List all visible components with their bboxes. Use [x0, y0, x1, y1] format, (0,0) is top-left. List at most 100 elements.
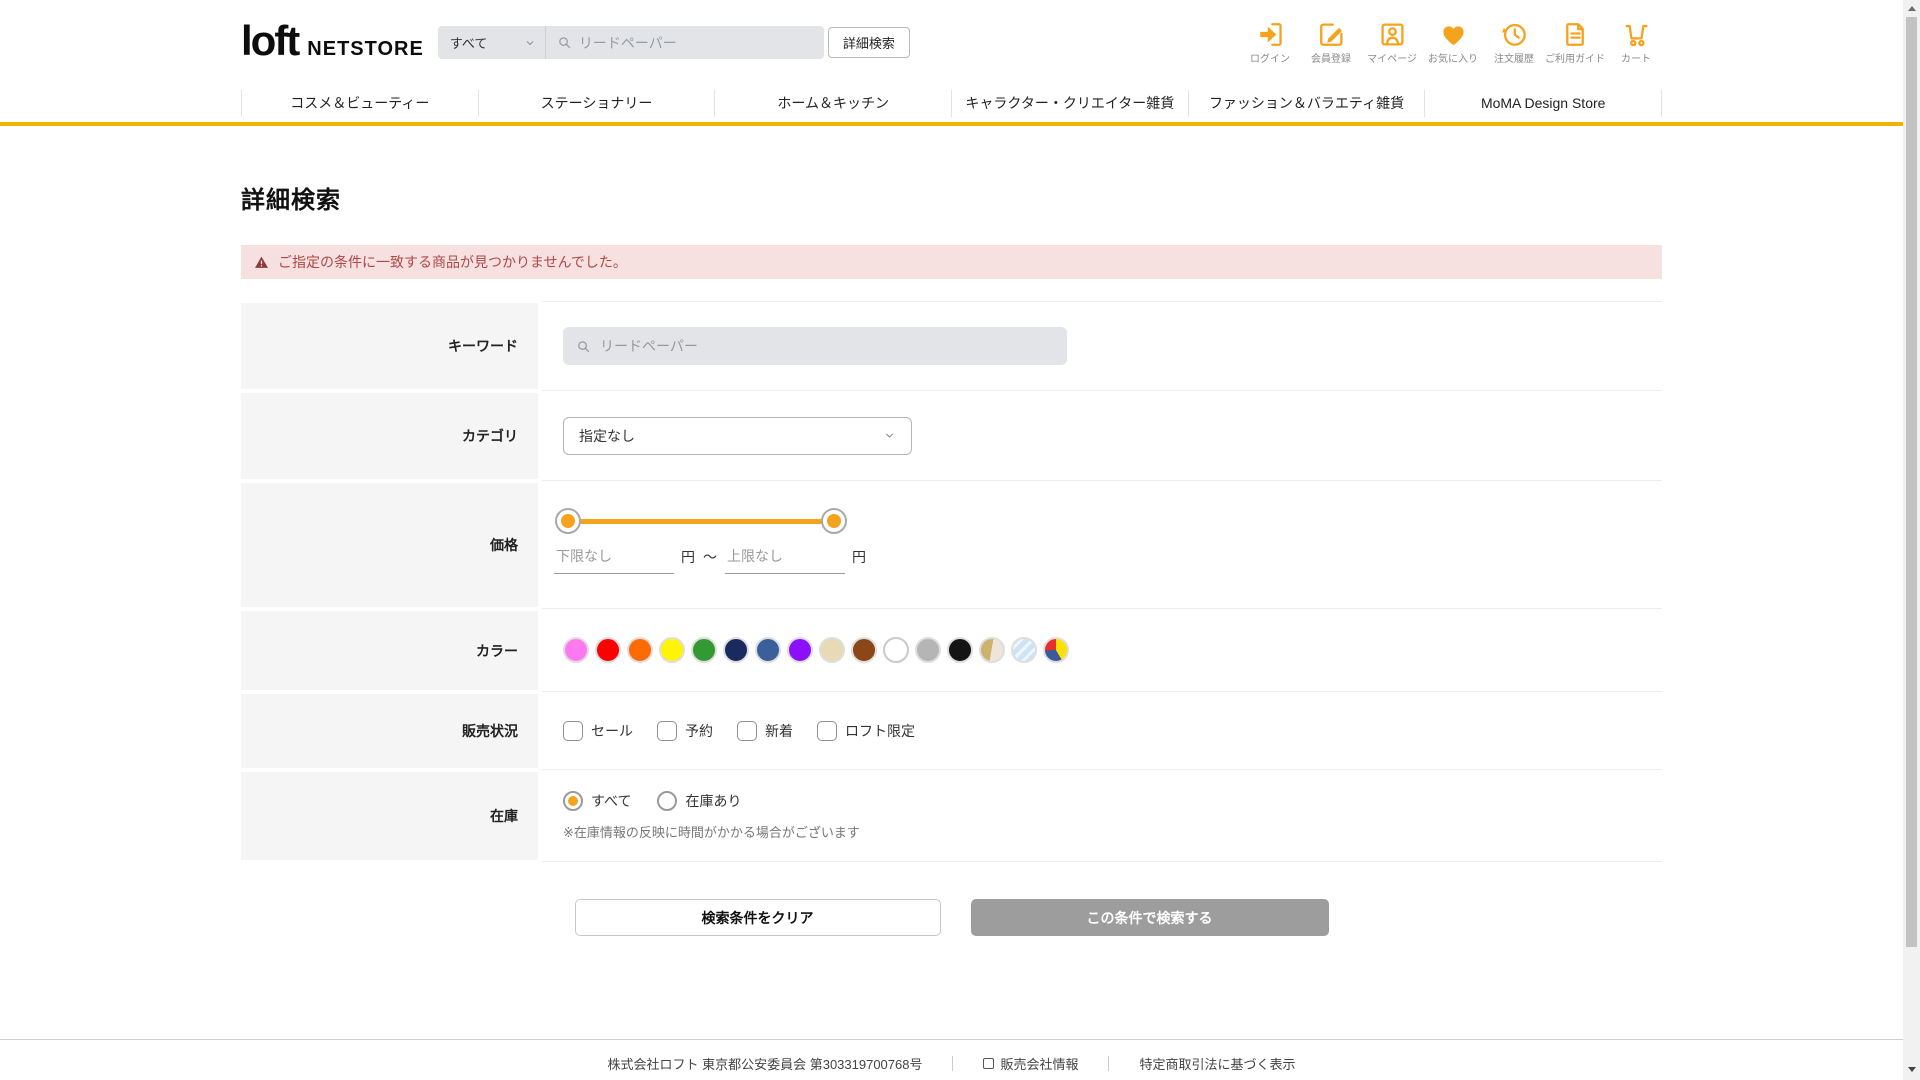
stock-note: ※在庫情報の反映に時間がかかる場合がございます: [563, 824, 860, 840]
search-submit-button[interactable]: この条件で検索する: [970, 899, 1329, 936]
header-search-bar: すべて リードペーパー: [437, 26, 824, 59]
category-select[interactable]: 指定なし: [563, 416, 912, 455]
color-swatch-beige[interactable]: [819, 637, 845, 663]
header-link-login[interactable]: ログイン: [1244, 20, 1296, 65]
header-link-label: マイページ: [1367, 54, 1417, 65]
color-swatch-black[interactable]: [947, 637, 973, 663]
search-divider: [544, 26, 546, 59]
footer-link-company-info[interactable]: 販売会社情報: [983, 1054, 1078, 1073]
color-swatch-multicolor[interactable]: [1043, 637, 1069, 663]
radio-circle[interactable]: [563, 790, 583, 811]
radio-circle[interactable]: [657, 790, 678, 811]
header-search-input[interactable]: リードペーパー: [579, 33, 677, 53]
header-icon-links: ログイン 会員登録 マイページ お気に入り 注文履歴 ご利用ガイド カート: [1244, 20, 1662, 65]
nav-item-2[interactable]: ホーム＆キッチン: [714, 90, 951, 117]
page-title: 詳細検索: [241, 187, 341, 214]
nav-item-4[interactable]: ファッション＆バラエティ雑貨: [1187, 90, 1425, 117]
main-nav: コスメ＆ビューティー ステーショナリー ホーム＆キッチン キャラクター・クリエイター雑…: [0, 85, 1903, 126]
footer-link-legal[interactable]: 特定商取引法に基づく表示: [1139, 1054, 1295, 1073]
error-message-text: ご指定の条件に一致する商品が見つかりませんでした。: [278, 254, 627, 270]
checkbox-box[interactable]: [563, 720, 583, 741]
footer: 株式会社ロフト 東京都公安委員会 第303319700768号 販売会社情報 特…: [0, 1039, 1903, 1080]
header-link-guide[interactable]: ご利用ガイド: [1545, 20, 1605, 65]
radio-all[interactable]: すべて: [563, 790, 631, 811]
color-swatch-green[interactable]: [691, 637, 717, 663]
color-swatch-brown[interactable]: [851, 637, 877, 663]
checkbox-box[interactable]: [657, 720, 677, 741]
header-link-label: カート: [1621, 54, 1651, 65]
header: loft NETSTORE すべて リードペーパー 詳細検索 ログイン 会員登録 マ…: [0, 0, 1903, 85]
price-range-separator: ～: [703, 549, 717, 565]
search-category-select[interactable]: すべて: [438, 33, 545, 52]
header-link-cart[interactable]: カート: [1610, 20, 1662, 65]
checkbox-box[interactable]: [817, 720, 837, 741]
checkbox-loft-limited[interactable]: ロフト限定: [817, 720, 915, 741]
checkbox-box[interactable]: [737, 720, 757, 741]
radio-in-stock[interactable]: 在庫あり: [657, 790, 741, 811]
advanced-search-form: キーワード リードペーパー カテゴリ 指定なし 価格 下限なし 円 ～ 上限なし…: [241, 301, 1662, 862]
footer-company-text: 株式会社ロフト 東京都公安委員会 第303319700768号: [607, 1057, 923, 1072]
category-label: カテゴリ: [241, 393, 538, 479]
slider-min-handle[interactable]: [555, 508, 581, 534]
external-window-icon: [983, 1058, 995, 1069]
form-actions: 検索条件をクリア この条件で検索する: [241, 899, 1662, 936]
price-range-slider: [555, 508, 847, 534]
nav-divider: [1661, 90, 1663, 117]
price-max-input[interactable]: 上限なし: [725, 546, 845, 574]
price-unit-min: 円: [681, 549, 695, 565]
main-content: 詳細検索 ご指定の条件に一致する商品が見つかりませんでした。 キーワード リード…: [241, 180, 1662, 936]
scrollbar-thumb[interactable]: [1906, 17, 1917, 947]
color-swatch-yellow[interactable]: [659, 637, 685, 663]
color-swatch-purple[interactable]: [787, 637, 813, 663]
nav-item-5[interactable]: MoMA Design Store: [1424, 90, 1661, 117]
checkbox-label: セール: [591, 722, 633, 739]
header-link-mypage[interactable]: マイページ: [1366, 20, 1418, 65]
color-swatches: [563, 637, 1662, 663]
color-swatch-gold[interactable]: [979, 637, 1005, 663]
member-register-icon: [1317, 20, 1346, 49]
price-min-input[interactable]: 下限なし: [554, 546, 674, 574]
header-link-label: 会員登録: [1311, 54, 1351, 65]
color-swatch-orange[interactable]: [627, 637, 653, 663]
checkbox-label: ロフト限定: [845, 722, 915, 739]
header-link-label: 注文履歴: [1494, 54, 1534, 65]
color-swatch-white[interactable]: [883, 637, 909, 663]
color-swatch-pink[interactable]: [563, 637, 589, 663]
loft-logo[interactable]: loft NETSTORE: [241, 17, 424, 64]
slider-track[interactable]: [568, 519, 834, 524]
form-row-category: カテゴリ 指定なし: [241, 391, 1662, 481]
checkbox-sale[interactable]: セール: [563, 720, 633, 741]
stock-radio-group: すべて 在庫あり: [563, 790, 1662, 811]
nav-item-3[interactable]: キャラクター・クリエイター雑貨: [951, 90, 1188, 117]
search-icon: [559, 37, 571, 49]
footer-separator: [952, 1056, 954, 1071]
warning-icon: [255, 256, 268, 268]
error-message-box: ご指定の条件に一致する商品が見つかりませんでした。: [241, 245, 1662, 279]
keyword-input[interactable]: リードペーパー: [563, 327, 1067, 365]
checkbox-new-arrival[interactable]: 新着: [737, 720, 793, 741]
scrollbar-up-arrow[interactable]: [1903, 0, 1920, 17]
slider-max-handle[interactable]: [821, 508, 847, 534]
checkbox-reserve[interactable]: 予約: [657, 720, 713, 741]
header-link-label: ログイン: [1250, 54, 1290, 65]
nav-item-0[interactable]: コスメ＆ビューティー: [241, 90, 478, 117]
logo-brand-text: loft: [241, 17, 300, 64]
scrollbar[interactable]: [1903, 0, 1920, 1080]
header-link-register[interactable]: 会員登録: [1305, 20, 1357, 65]
nav-item-1[interactable]: ステーショナリー: [477, 90, 715, 117]
login-icon: [1256, 20, 1285, 49]
color-swatch-gray[interactable]: [915, 637, 941, 663]
search-category-value: すべて: [449, 36, 488, 51]
detail-search-button[interactable]: 詳細検索: [827, 27, 910, 58]
form-row-sales-status: 販売状況 セール 予約 新着 ロフト限定: [241, 692, 1662, 770]
color-swatch-clear[interactable]: [1011, 637, 1037, 663]
header-link-favorites[interactable]: お気に入り: [1427, 20, 1479, 65]
color-swatch-blue[interactable]: [755, 637, 781, 663]
checkbox-label: 新着: [765, 722, 793, 739]
header-link-history[interactable]: 注文履歴: [1488, 20, 1540, 65]
color-swatch-navy[interactable]: [723, 637, 749, 663]
color-swatch-red[interactable]: [595, 637, 621, 663]
scrollbar-down-arrow[interactable]: [1903, 1061, 1920, 1078]
clear-conditions-button[interactable]: 検索条件をクリア: [574, 899, 941, 936]
footer-separator: [1108, 1056, 1110, 1071]
